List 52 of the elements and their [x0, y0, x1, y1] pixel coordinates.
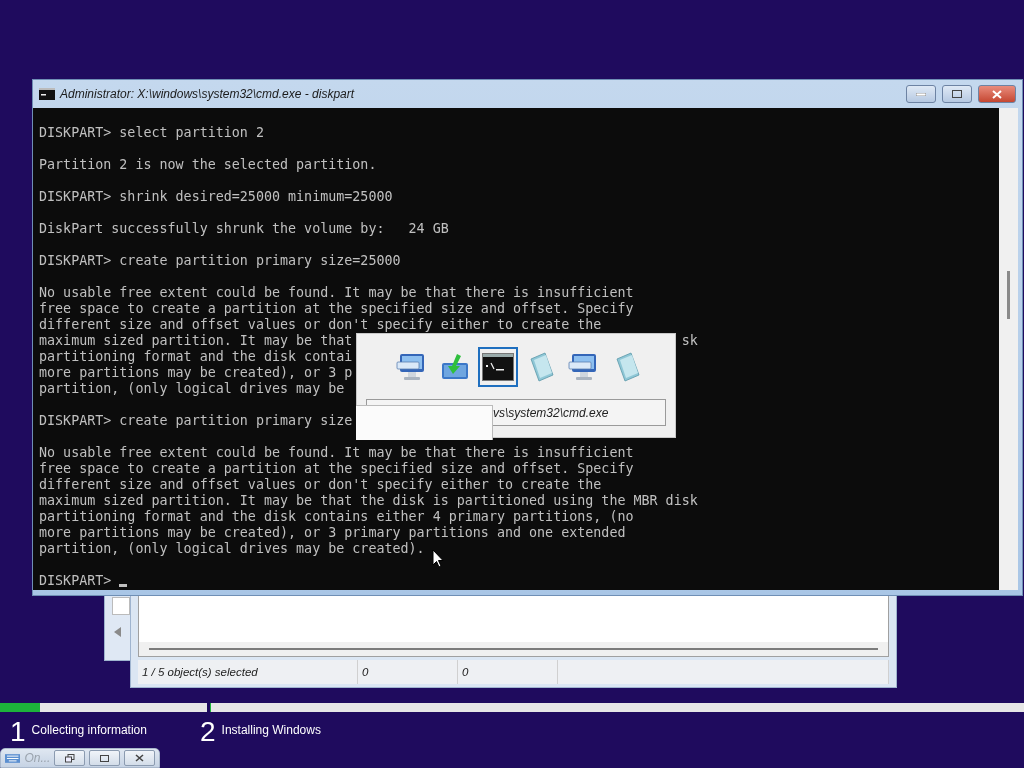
- command-prompt-icon: [481, 353, 514, 381]
- console-line: sk: [681, 333, 698, 349]
- status-text: 0: [458, 660, 558, 684]
- scrollbar-thumb[interactable]: [1007, 271, 1010, 319]
- close-icon: [992, 89, 1002, 99]
- mouse-pointer-icon: [432, 549, 444, 568]
- console-line: more partitions may be created), or 3 p: [39, 365, 353, 380]
- keyboard-icon: [5, 753, 21, 763]
- left-arrow-icon: [114, 627, 122, 637]
- console-line: different size and offset values or don't specify either to create the: [39, 477, 602, 492]
- minimize-icon: [916, 92, 926, 96]
- step-label: Installing Windows: [221, 722, 321, 737]
- console-line: partition, (only logical drives may be: [39, 381, 345, 396]
- console-line: DISKPART> create partition primary size: [39, 413, 353, 428]
- console-line: partitioning format and the disk contai: [39, 349, 353, 364]
- vertical-scrollbar[interactable]: [999, 108, 1018, 590]
- console-line: DISKPART> create partition primary size=25000: [39, 253, 401, 268]
- restore-button[interactable]: [54, 750, 86, 766]
- console-line: free space to create a partition at the specified size and offset. Specify: [39, 301, 634, 316]
- maximize-icon: [952, 90, 962, 98]
- step-number: 2: [200, 718, 216, 746]
- console-line: maximum sized partition. It may be that: [39, 333, 353, 348]
- console-line: DiskPart successfully shrunk the volume by: 24 GB: [39, 221, 449, 236]
- console-line: partition, (only logical drives may be created).: [39, 541, 425, 556]
- close-button[interactable]: [124, 750, 155, 766]
- console-line: maximum sized partition. It may be that the disk is partitioned using the MBR disk: [39, 493, 698, 508]
- status-text: 0: [358, 660, 458, 684]
- console-line: DISKPART> shrink desired=25000 minimum=25000: [39, 189, 393, 204]
- console-line: free space to create a partition at the specified size and offset. Specify: [39, 461, 634, 476]
- close-icon: [135, 754, 145, 762]
- maximize-button[interactable]: [942, 85, 972, 103]
- close-button[interactable]: [978, 85, 1016, 103]
- step-label: Collecting information: [31, 722, 147, 737]
- console-line: No usable free extent could be found. It may be that there is insufficient: [39, 445, 634, 460]
- console-line: DISKPART> select partition 2: [39, 125, 264, 140]
- console-line: more partitions may be created), or 3 primary partitions and one extended: [39, 525, 626, 540]
- window-title: Administrator: X:\windows\system32\cmd.exe - diskpart: [60, 87, 356, 101]
- console-line: DISKPART>: [39, 573, 112, 588]
- console-line: No usable free extent could be found. It may be that there is insufficient: [39, 285, 634, 300]
- command-prompt-icon: [39, 88, 55, 100]
- maximize-button[interactable]: [89, 750, 121, 766]
- console-line: different size and offset values or don't specify either to create the: [39, 317, 602, 332]
- window-panel: [112, 597, 130, 615]
- restore-icon: [64, 753, 75, 763]
- step-number: 1: [10, 718, 26, 746]
- switcher-item[interactable]: [477, 347, 518, 387]
- console-line: partitioning format and the disk contains either 4 primary partitions, (no: [39, 509, 634, 524]
- maximize-icon: [100, 754, 110, 762]
- status-text: 1 / 5 object(s) selected: [138, 660, 358, 684]
- minimize-button[interactable]: [906, 85, 936, 103]
- toolbar-label: On...: [24, 751, 51, 765]
- console-line: Partition 2 is now the selected partition.: [39, 157, 377, 172]
